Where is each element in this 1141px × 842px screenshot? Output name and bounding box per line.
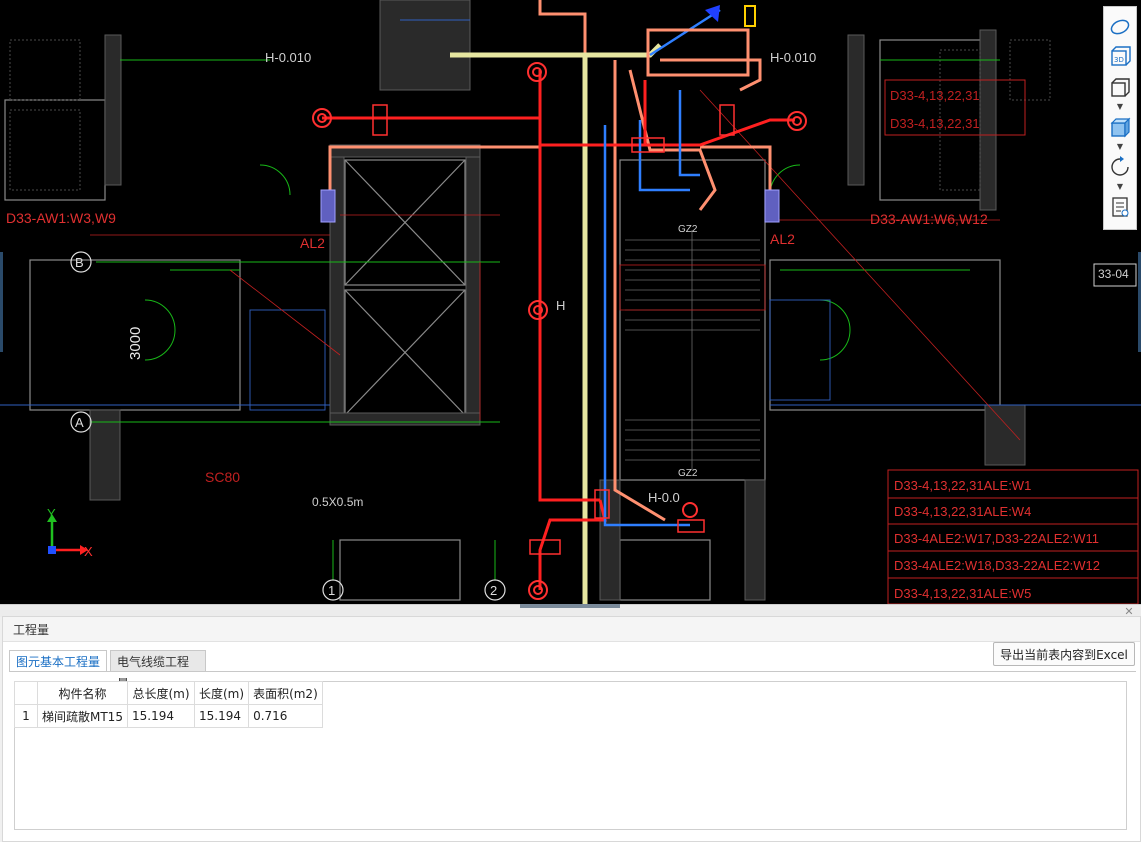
cube-icon[interactable] (1108, 75, 1132, 99)
axis-x-label: X (84, 544, 93, 559)
cell-name[interactable]: 梯间疏散MT15 (37, 704, 128, 728)
cube-shaded-icon[interactable] (1108, 115, 1132, 139)
floor-plan-drawing[interactable]: B A 1 2 3000 H-0.010 H-0.010 H-0.0 AL2 A… (0, 0, 1141, 604)
orbit-icon[interactable] (1108, 15, 1132, 39)
legend-row-2: D33-4,13,22,31ALE:W4 (894, 504, 1031, 519)
axis-y-label: Y (47, 506, 56, 521)
panel-title: 工程量 (13, 623, 50, 637)
tab-cable-quantity[interactable]: 电气线缆工程量 (110, 650, 206, 691)
column-header-length[interactable]: 长度(m) (193, 681, 250, 705)
cell-total-length[interactable]: 15.194 (127, 704, 195, 728)
al2-left: AL2 (300, 235, 325, 251)
column-header-name[interactable]: 构件名称 (37, 681, 128, 705)
cell-length[interactable]: 15.194 (193, 704, 250, 728)
chevron-down-icon[interactable]: ▼ (1114, 143, 1126, 151)
axis-label-1: 1 (328, 583, 335, 598)
axis-label-b: B (75, 255, 84, 270)
table-header-row: 构件名称 总长度(m) 长度(m) 表面积(m2) (14, 681, 323, 705)
circuit-left: D33-AW1:W3,W9 (6, 210, 116, 226)
cell-surface-area[interactable]: 0.716 (248, 704, 323, 728)
circuit-top-right-1: D33-4,13,22,31 (890, 88, 980, 103)
gz2-top: GZ2 (678, 224, 698, 235)
elevation-right: H-0.010 (770, 50, 816, 65)
quantity-table: 构件名称 总长度(m) 长度(m) 表面积(m2) 1 梯间疏散MT15 15.… (14, 681, 323, 728)
dimension-3000: 3000 (127, 327, 144, 360)
3d-view-icon[interactable]: 3D (1108, 45, 1132, 69)
chevron-down-icon[interactable]: ▼ (1114, 183, 1126, 191)
legend-row-5: D33-4,13,22,31ALE:W5 (894, 586, 1031, 601)
pipe-h-label: H (556, 298, 565, 313)
elevation-left: H-0.010 (265, 50, 311, 65)
cell-index[interactable]: 1 (14, 704, 38, 728)
circuit-top-right-2: D33-4,13,22,31 (890, 116, 980, 131)
room-tag: 33-04 (1098, 267, 1129, 281)
column-header-surface-area[interactable]: 表面积(m2) (248, 681, 323, 705)
chevron-down-icon[interactable]: ▼ (1114, 103, 1126, 111)
legend-row-1: D33-4,13,22,31ALE:W1 (894, 478, 1031, 493)
elevation-bottom: H-0.0 (648, 490, 680, 505)
legend-row-3: D33-4ALE2:W17,D33-22ALE2:W11 (894, 531, 1099, 546)
export-excel-button[interactable]: 导出当前表内容到Excel (993, 642, 1135, 666)
left-panel-handle[interactable] (0, 252, 3, 352)
tab-basic-quantity[interactable]: 图元基本工程量 (9, 650, 107, 672)
panel-header: 工程量 (3, 617, 1140, 642)
gz2-bottom: GZ2 (678, 468, 698, 479)
al2-right: AL2 (770, 231, 795, 247)
splitter-grip[interactable] (520, 604, 620, 608)
axis-label-a: A (75, 415, 84, 430)
circuit-right: D33-AW1:W6,W12 (870, 211, 988, 227)
rotate-icon[interactable] (1108, 155, 1132, 179)
view-toolbar: 3D ▼ ▼ ▼ (1103, 6, 1137, 230)
table-row[interactable]: 1 梯间疏散MT15 15.194 15.194 0.716 (14, 704, 323, 728)
axis-label-2: 2 (490, 583, 497, 598)
column-header-total-length[interactable]: 总长度(m) (127, 681, 195, 705)
svg-text:3D: 3D (1114, 56, 1124, 64)
shaft-size: 0.5X0.5m (312, 495, 363, 509)
cad-drawing-canvas[interactable]: B A 1 2 3000 H-0.010 H-0.010 H-0.0 AL2 A… (0, 0, 1141, 604)
column-header-index[interactable] (14, 681, 38, 705)
sc80-label: SC80 (205, 469, 240, 485)
legend-row-4: D33-4ALE2:W18,D33-22ALE2:W12 (894, 558, 1100, 573)
tab-divider (9, 671, 1136, 672)
properties-icon[interactable] (1108, 195, 1132, 219)
